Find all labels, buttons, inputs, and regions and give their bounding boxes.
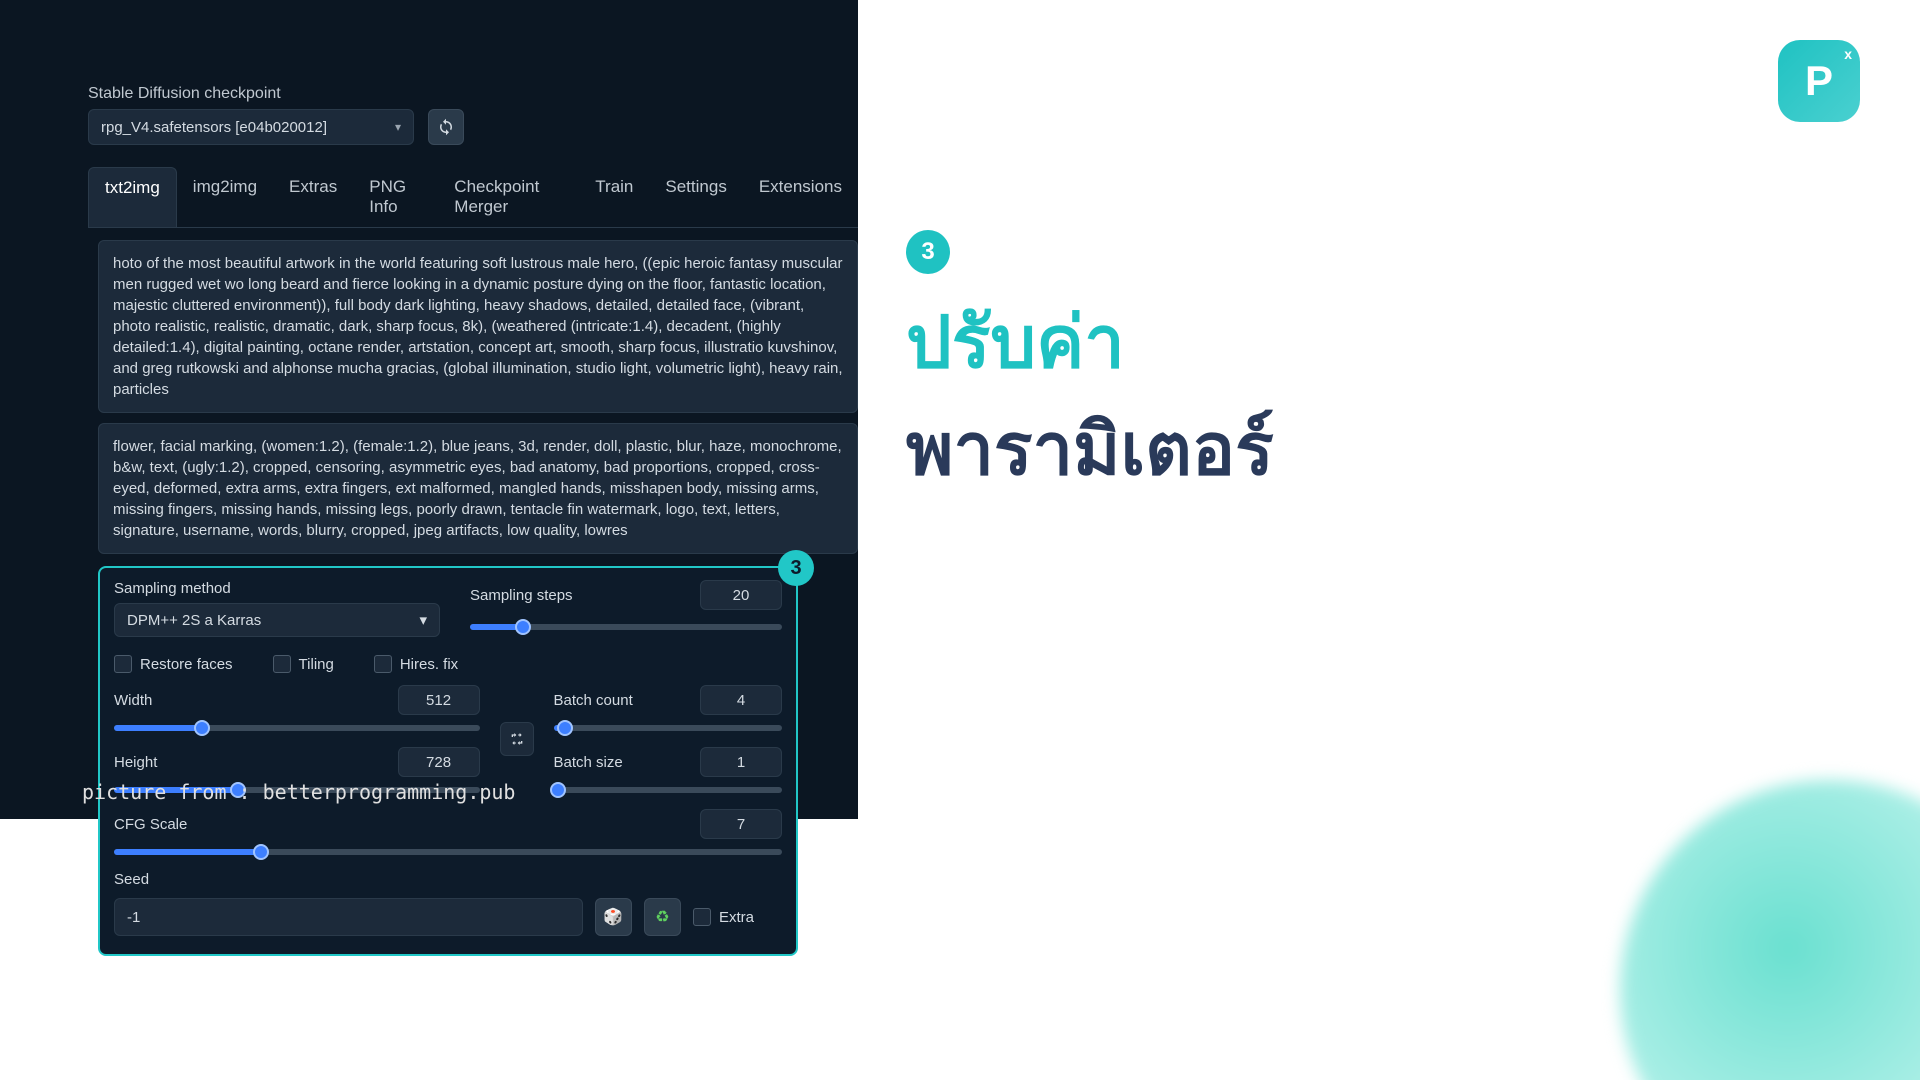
recycle-button[interactable]: ♻ [644,898,681,936]
dice-button[interactable]: 🎲 [595,898,632,936]
tiling-checkbox[interactable] [273,655,291,673]
image-credit: picture from : betterprogramming.pub [82,780,515,804]
screenshot-panel: Stable Diffusion checkpoint rpg_V4.safet… [0,0,858,819]
width-slider[interactable] [114,725,480,731]
checkpoint-label: Stable Diffusion checkpoint [88,85,858,103]
tab-train[interactable]: Train [579,167,649,227]
prompt-textarea[interactable]: hoto of the most beautiful artwork in th… [98,240,858,413]
logo-x: x [1844,46,1852,62]
batch-size-label: Batch size [554,754,623,771]
hires-fix-label: Hires. fix [400,656,458,673]
tab-settings[interactable]: Settings [649,167,742,227]
refresh-checkpoint-button[interactable] [428,109,464,145]
cfg-input[interactable] [700,809,782,839]
swap-dimensions-button[interactable] [500,722,534,756]
slide-title-line1: ปรับค่า [906,284,1880,399]
seed-input[interactable] [114,898,583,936]
logo: P x [1778,40,1860,122]
sampling-method-label: Sampling method [114,580,440,597]
step-number-badge: 3 [906,230,950,274]
batch-size-slider[interactable] [554,787,782,793]
checkpoint-value: rpg_V4.safetensors [e04b020012] [101,119,327,136]
slide-panel: P x 3 ปรับค่า พารามิเตอร์ [858,0,1920,1080]
restore-faces-label: Restore faces [140,656,233,673]
width-input[interactable] [398,685,480,715]
negative-prompt-textarea[interactable]: flower, facial marking, (women:1.2), (fe… [98,423,858,554]
seed-label: Seed [114,871,782,888]
hires-fix-checkbox[interactable] [374,655,392,673]
batch-size-input[interactable] [700,747,782,777]
sampling-steps-label: Sampling steps [470,587,573,604]
refresh-icon [437,118,455,136]
tab-checkpoint-merger[interactable]: Checkpoint Merger [438,167,579,227]
swap-icon [509,731,525,747]
parameters-panel: 3 Sampling method DPM++ 2S a Karras ▾ Sa… [98,566,798,956]
batch-count-slider[interactable] [554,725,782,731]
tiling-label: Tiling [299,656,334,673]
step-badge: 3 [778,550,814,586]
height-input[interactable] [398,747,480,777]
sampling-steps-slider[interactable] [470,624,782,630]
logo-letter: P [1805,57,1833,105]
width-label: Width [114,692,152,709]
height-label: Height [114,754,157,771]
recycle-icon: ♻ [655,907,669,927]
extra-label: Extra [719,909,754,926]
tab-img2img[interactable]: img2img [177,167,273,227]
tab-bar: txt2img img2img Extras PNG Info Checkpoi… [88,167,858,228]
batch-count-input[interactable] [700,685,782,715]
tab-extras[interactable]: Extras [273,167,353,227]
restore-faces-checkbox[interactable] [114,655,132,673]
cfg-label: CFG Scale [114,816,187,833]
dice-icon: 🎲 [603,907,623,927]
chevron-down-icon: ▾ [395,120,401,134]
decorative-blob [1620,780,1920,1080]
tab-txt2img[interactable]: txt2img [88,167,177,227]
tab-pnginfo[interactable]: PNG Info [353,167,438,227]
extra-checkbox[interactable] [693,908,711,926]
tab-extensions[interactable]: Extensions [743,167,858,227]
cfg-slider[interactable] [114,849,782,855]
sampling-steps-input[interactable] [700,580,782,610]
checkpoint-dropdown[interactable]: rpg_V4.safetensors [e04b020012] ▾ [88,109,414,145]
slide-title-line2: พารามิเตอร์ [906,391,1880,506]
chevron-down-icon: ▾ [419,611,427,629]
sampling-method-select[interactable]: DPM++ 2S a Karras ▾ [114,603,440,637]
batch-count-label: Batch count [554,692,633,709]
